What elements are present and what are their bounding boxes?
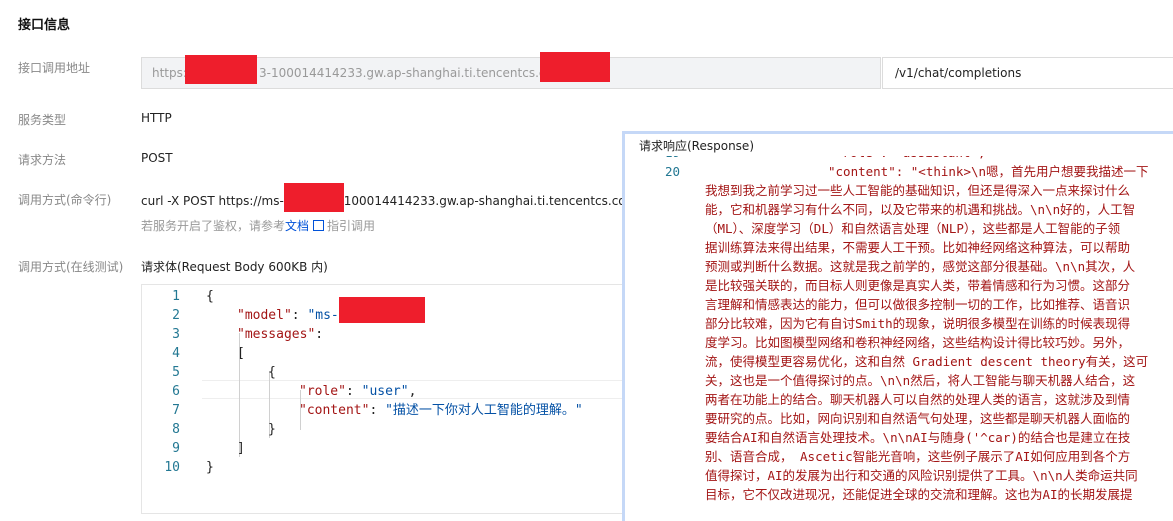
code-token: ] [237, 441, 245, 456]
code-token: "messages" [237, 327, 316, 342]
service-type-label: 服务类型 [18, 113, 67, 127]
external-link-icon [313, 220, 325, 231]
endpoint-label: 接口调用地址 [18, 61, 91, 75]
endpoint-url-field[interactable]: https: 3-100014414233.gw.ap-shanghai.ti.… [141, 52, 881, 89]
code-text: "messages": [237, 325, 323, 344]
line-number: 3 [172, 327, 180, 342]
response-text: 我想到我之前学习过一些人工智能的基础知识，但还是得深入一点来探讨什么 [705, 183, 1131, 198]
line-number: 4 [172, 346, 180, 361]
code-token: { [206, 289, 214, 304]
code-token: "ms- [307, 308, 339, 323]
code-token: : [315, 327, 324, 342]
line-number: 20 [664, 164, 680, 179]
response-text: 度学习。比如图模型网络和卷积神经网络，这些结构设计得比较巧妙。另外， [705, 335, 1131, 350]
line-number: 7 [172, 403, 180, 418]
response-text: 目标，它不仅改进现况，还能促进全球的交流和理解。这也为AI的长期发展提 [705, 487, 1133, 502]
method-value: POST [141, 151, 173, 165]
code-token: : [369, 403, 386, 418]
code-text: ] [237, 439, 245, 458]
code-token: [ [237, 346, 245, 361]
code-text: "model": "ms- [237, 306, 339, 325]
code-text: } [206, 458, 214, 477]
code-token: : [345, 384, 362, 399]
code-token: "model" [237, 308, 292, 323]
response-text: "content": "<think>\n嗯，首先用户想要我描述一下 [828, 164, 1149, 179]
response-text: 要结合AI和自然语言处理技术。\n\nAI与随身('^car)的结合也是建立在技 [705, 430, 1131, 445]
redaction-mark [540, 52, 610, 82]
line-number: 9 [172, 441, 180, 456]
request-body-label: 请求体(Request Body 600KB 内) [141, 260, 328, 274]
code-token: "content" [299, 403, 370, 418]
response-text: 要研究的点。比如，网向识别和自然语气句处理，这些都是聊天机器人面临的 [705, 411, 1131, 426]
code-text: "content": "描述一下你对人工智能的理解。" [299, 401, 583, 420]
line-number: 10 [164, 460, 180, 475]
code-token: "role" [299, 384, 346, 399]
code-token: } [268, 422, 276, 437]
code-token: : [291, 308, 308, 323]
curl-prefix: curl -X POST https://ms- [141, 194, 284, 208]
endpoint-url-middle: 3-100014414233.gw.ap-shanghai.ti.tencent… [259, 66, 587, 80]
code-token: } [206, 460, 214, 475]
line-number: 8 [172, 422, 180, 437]
line-number: 6 [172, 384, 180, 399]
response-text: 流，使得模型更容易优化，这和自然 Gradient descent theory… [705, 354, 1149, 369]
response-text: 预测或判断什么数据。这就是我之前学的，感觉这部分很基础。\n\n其次，人 [705, 259, 1136, 274]
active-line-highlight [202, 380, 640, 399]
endpoint-url-prefix: https: [152, 66, 187, 80]
response-text: 关，这也是一个值得探讨的点。\n\n然后，将人工智能与聊天机器人结合，这 [705, 373, 1136, 388]
response-panel: 请求响应(Response) 19"role": "assistant",20"… [622, 131, 1173, 521]
service-type-value: HTTP [141, 111, 172, 125]
redaction-mark [339, 297, 425, 323]
redaction-mark [185, 55, 257, 84]
hint-before: 若服务开启了鉴权，请参考 [141, 219, 286, 233]
response-text: 两者在功能上的结合。聊天机器人可以自然的处理人类的语言，这就涉及到情 [705, 392, 1131, 407]
code-token: { [268, 365, 276, 380]
code-text: { [268, 363, 276, 382]
hint-after: 指引调用 [327, 219, 376, 233]
code-text: "role": "user", [299, 382, 416, 401]
online-test-label: 调用方式(在线测试) [18, 260, 124, 274]
response-text: 据训练算法来得出结果，不需要人工干预。比如神经网络这种算法，可以帮助 [705, 240, 1131, 255]
curl-label: 调用方式(命令行) [18, 193, 112, 207]
code-text: [ [237, 344, 245, 363]
redaction-mark [283, 183, 344, 212]
code-text: { [206, 287, 214, 306]
response-code[interactable]: 19"role": "assistant",20"content": "<thi… [625, 156, 1173, 521]
endpoint-path: /v1/chat/completions [895, 66, 1022, 80]
response-title: 请求响应(Response) [639, 139, 754, 153]
code-token: , [408, 384, 417, 399]
code-token: "描述一下你对人工智能的理解。" [385, 403, 583, 418]
code-text: } [268, 420, 276, 439]
method-label: 请求方法 [18, 153, 67, 167]
section-title: 接口信息 [18, 18, 71, 33]
response-text: 是比较强关联的，而目标人则更像是真实人类，带着情感和行为习惯。这部分 [705, 278, 1131, 293]
line-number: 5 [172, 365, 180, 380]
line-number: 1 [172, 289, 180, 304]
line-number: 2 [172, 308, 180, 323]
auth-hint: 若服务开启了鉴权，请参考文档 指引调用 [141, 217, 375, 234]
response-text: 能，它和机器学习有什么不同，以及它带来的机遇和挑战。\n\n好的，人工智 [705, 202, 1136, 217]
response-text: （ML）、深度学习（DL）和自然语言处理（NLP），这些都是人工智能的子领 [705, 221, 1121, 236]
code-token: "user" [361, 384, 409, 399]
doc-link[interactable]: 文档 [285, 219, 309, 233]
response-text: 言理解和情感表达的能力，但可以做很多控制一切的工作，比如推荐、语音识 [705, 297, 1131, 312]
curl-command[interactable]: curl -X POST https://ms- 100014414233.gw.… [141, 183, 679, 212]
request-body-editor[interactable]: 1 {2 "model": "ms- 3 "messages": 4 [5 {6 "role":… [141, 284, 641, 514]
response-text: 部分比较难，因为它有自讨Smith的现象，说明很多模型在训练的时候表现得 [705, 316, 1131, 331]
response-text: 别、语音合成， Ascetic智能光音响，这些例子展示了AI如何应用到各个方 [705, 449, 1131, 464]
endpoint-path-field[interactable]: /v1/chat/completions [882, 57, 1173, 89]
response-text: 值得探讨，AI的发展为出行和交通的风险识别提供了工具。\n\n人类命运共同 [705, 468, 1138, 483]
